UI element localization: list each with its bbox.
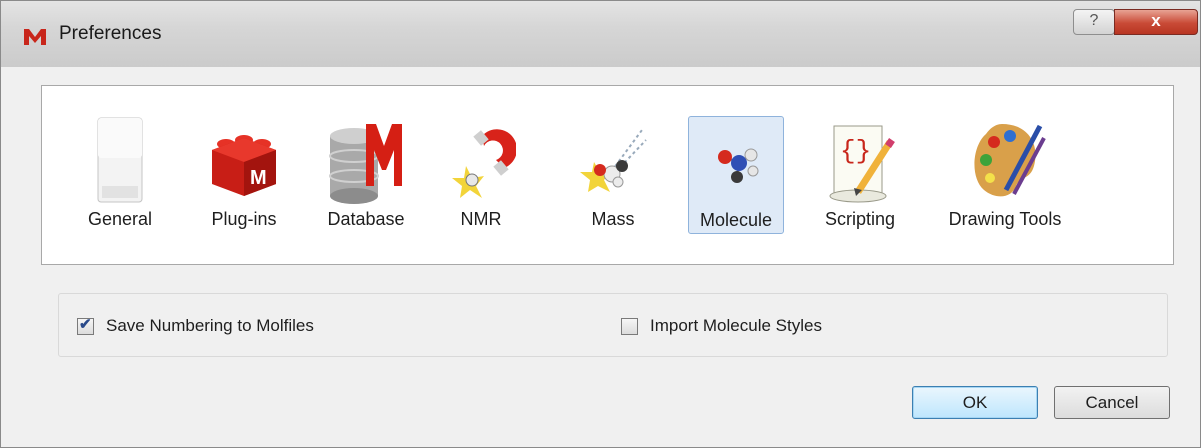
tab-plugins[interactable]: M Plug-ins bbox=[198, 116, 290, 234]
molecule-icon bbox=[718, 148, 759, 183]
molecule-options-group: ✔ Save Numbering to Molfiles Import Mole… bbox=[58, 293, 1168, 357]
check-mark-icon: ✔ bbox=[79, 316, 92, 333]
tab-nmr[interactable]: NMR bbox=[446, 116, 516, 234]
mnova-logo-icon bbox=[24, 29, 46, 45]
tab-scripting[interactable]: {} Scripting bbox=[812, 116, 908, 234]
nmr-magnet-icon bbox=[452, 129, 516, 198]
mass-spec-icon bbox=[580, 129, 647, 192]
plugins-lego-icon: M bbox=[212, 135, 276, 196]
paint-palette-icon bbox=[974, 124, 1046, 197]
import-styles-checkbox[interactable] bbox=[621, 318, 638, 335]
category-panel: General M Plug-ins Database NMR Mass Mol… bbox=[41, 85, 1174, 265]
cancel-button[interactable]: Cancel bbox=[1054, 386, 1170, 419]
window-title: Preferences bbox=[59, 23, 162, 44]
svg-text:M: M bbox=[250, 167, 267, 189]
tab-label: Mass bbox=[591, 209, 635, 229]
tab-database[interactable]: Database bbox=[316, 116, 416, 234]
tab-label: Molecule bbox=[699, 210, 773, 230]
import-styles-label[interactable]: Import Molecule Styles bbox=[650, 316, 822, 336]
save-numbering-label[interactable]: Save Numbering to Molfiles bbox=[106, 316, 314, 336]
tab-molecule[interactable]: Molecule bbox=[688, 116, 784, 234]
help-button[interactable]: ? bbox=[1073, 9, 1115, 35]
preferences-dialog: Preferences ? x General M Plug-ins Datab… bbox=[0, 0, 1201, 448]
tab-label: Scripting bbox=[824, 209, 896, 229]
general-icon bbox=[97, 117, 143, 203]
tab-mass[interactable]: Mass bbox=[578, 116, 648, 234]
tab-general[interactable]: General bbox=[82, 116, 158, 234]
close-button[interactable]: x bbox=[1114, 9, 1198, 35]
tab-drawing-tools[interactable]: Drawing Tools bbox=[938, 116, 1072, 234]
tab-label: Plug-ins bbox=[211, 209, 277, 229]
scripting-scroll-icon: {} bbox=[829, 125, 895, 203]
database-icon bbox=[329, 124, 402, 204]
ok-button[interactable]: OK bbox=[912, 386, 1038, 419]
title-bar[interactable]: Preferences ? x bbox=[1, 1, 1200, 67]
save-numbering-checkbox[interactable]: ✔ bbox=[77, 316, 94, 335]
tab-label: Database bbox=[327, 209, 405, 229]
svg-text:{}: {} bbox=[840, 136, 871, 166]
tab-label: Drawing Tools bbox=[948, 209, 1062, 229]
tab-label: NMR bbox=[460, 209, 502, 229]
tab-label: General bbox=[87, 209, 153, 229]
